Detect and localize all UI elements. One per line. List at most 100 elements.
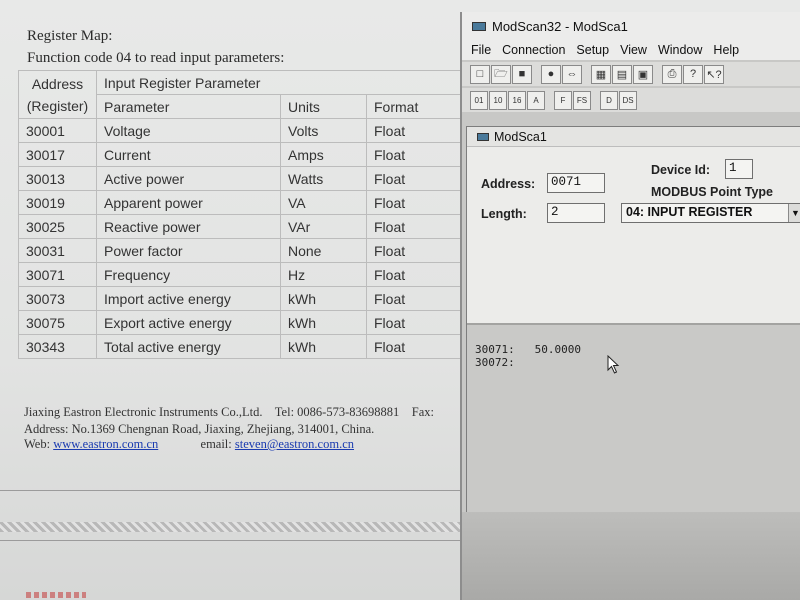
menu-bar: File Connection Setup View Window Help bbox=[462, 40, 800, 60]
menu-setup[interactable]: Setup bbox=[576, 43, 609, 57]
print-icon[interactable]: ⎙ bbox=[662, 64, 682, 84]
page-divider bbox=[0, 540, 460, 541]
open-folder-icon[interactable]: 🗁 bbox=[491, 64, 511, 84]
page-divider bbox=[0, 490, 460, 491]
menu-file[interactable]: File bbox=[471, 43, 491, 57]
disconnect-icon[interactable]: ⇔ bbox=[562, 64, 582, 84]
column-header: Parameter bbox=[96, 94, 281, 119]
new-file-icon[interactable]: □ bbox=[470, 64, 490, 84]
format-float-icon[interactable]: F bbox=[554, 90, 572, 110]
chevron-down-icon[interactable]: ▼ bbox=[788, 204, 800, 222]
window-title-bar[interactable]: ModScan32 - ModSca1 bbox=[462, 12, 800, 40]
cell-parameter: Import active energy bbox=[96, 286, 281, 311]
format-double-icon[interactable]: D bbox=[600, 90, 618, 110]
length-label: Length: bbox=[481, 207, 527, 221]
data-display-area: 30071: 50.0000 30072: bbox=[467, 323, 800, 515]
format-float-swap-icon[interactable]: FS bbox=[573, 90, 591, 110]
cell-address: 30019 bbox=[18, 190, 97, 215]
cell-parameter: Voltage bbox=[96, 118, 281, 143]
table-row: 30071 Frequency Hz Float bbox=[18, 262, 477, 287]
length-field[interactable]: 2 bbox=[547, 203, 605, 223]
table-row: 30343 Total active energy kWh Float bbox=[18, 334, 477, 359]
cell-parameter: Total active energy bbox=[96, 334, 281, 359]
cell-address: 30017 bbox=[18, 142, 97, 167]
format-double-swap-icon[interactable]: DS bbox=[619, 90, 637, 110]
table-row: 30025 Reactive power VAr Float bbox=[18, 214, 477, 239]
address-header-line1: Address bbox=[31, 75, 84, 92]
doc-title: Register Map: bbox=[27, 28, 113, 44]
table-row: 30013 Active power Watts Float bbox=[18, 166, 477, 191]
cell-address: 30071 bbox=[18, 262, 97, 287]
help-icon[interactable]: ? bbox=[683, 64, 703, 84]
cell-address: 30031 bbox=[18, 238, 97, 263]
footer-web-link[interactable]: www.eastron.com.cn bbox=[53, 437, 158, 451]
mouse-pointer-icon bbox=[607, 355, 620, 374]
footer-tel: Tel: 0086-573-83698881 bbox=[274, 405, 400, 419]
doc-subtitle: Function code 04 to read input parameter… bbox=[27, 50, 285, 66]
cell-units: Amps bbox=[280, 142, 367, 167]
cell-units: Hz bbox=[280, 262, 367, 287]
cell-parameter: Apparent power bbox=[96, 190, 281, 215]
display-detail-icon[interactable]: ▤ bbox=[612, 64, 632, 84]
format-hex-icon[interactable]: 16 bbox=[508, 90, 526, 110]
table-row: 30075 Export active energy kWh Float bbox=[18, 310, 477, 335]
cell-units: kWh bbox=[280, 310, 367, 335]
footer-web-label: Web: bbox=[24, 437, 51, 451]
menu-view[interactable]: View bbox=[620, 43, 647, 57]
cell-address: 30013 bbox=[18, 166, 97, 191]
connect-icon[interactable]: ● bbox=[541, 64, 561, 84]
save-icon[interactable]: ■ bbox=[512, 64, 532, 84]
menu-help[interactable]: Help bbox=[713, 43, 739, 57]
child-title: ModSca1 bbox=[494, 129, 547, 144]
child-window-icon bbox=[477, 132, 489, 141]
device-id-field[interactable]: 1 bbox=[725, 159, 753, 179]
cell-parameter: Current bbox=[96, 142, 281, 167]
point-type-label: MODBUS Point Type bbox=[651, 185, 773, 199]
cell-units: kWh bbox=[280, 334, 367, 359]
table-row: 30017 Current Amps Float bbox=[18, 142, 477, 167]
table-row: 30031 Power factor None Float bbox=[18, 238, 477, 263]
cell-address: 30025 bbox=[18, 214, 97, 239]
menu-window[interactable]: Window bbox=[658, 43, 702, 57]
cell-address: 30073 bbox=[18, 286, 97, 311]
cell-address: 30001 bbox=[18, 118, 97, 143]
cell-units: Watts bbox=[280, 166, 367, 191]
column-header: Units bbox=[280, 94, 367, 119]
footer-line-web: Web: www.eastron.com.cn email: steven@ea… bbox=[24, 437, 354, 452]
app-icon bbox=[472, 21, 486, 31]
child-title-bar[interactable]: ModSca1 bbox=[467, 127, 800, 147]
cell-parameter: Export active energy bbox=[96, 310, 281, 335]
table-row: 30019 Apparent power VA Float bbox=[18, 190, 477, 215]
monitor-icon[interactable]: ▣ bbox=[633, 64, 653, 84]
point-type-value: 04: INPUT REGISTER bbox=[626, 205, 753, 219]
data-line: 30072: bbox=[475, 356, 515, 369]
footer-fax: Fax: bbox=[411, 405, 434, 419]
cell-parameter: Reactive power bbox=[96, 214, 281, 239]
table-row: 30073 Import active energy kWh Float bbox=[18, 286, 477, 311]
footer-email-link[interactable]: steven@eastron.com.cn bbox=[235, 437, 354, 451]
format-binary-icon[interactable]: 01 bbox=[470, 90, 488, 110]
address-field[interactable]: 0071 bbox=[547, 173, 605, 193]
cell-units: kWh bbox=[280, 286, 367, 311]
cell-parameter: Active power bbox=[96, 166, 281, 191]
address-label: Address: bbox=[481, 177, 536, 191]
point-type-select[interactable]: 04: INPUT REGISTER ▼ bbox=[621, 203, 800, 223]
display-grid-icon[interactable]: ▦ bbox=[591, 64, 611, 84]
cell-parameter: Frequency bbox=[96, 262, 281, 287]
footer-company: Jiaxing Eastron Electronic Instruments C… bbox=[24, 405, 263, 419]
cell-units: Volts bbox=[280, 118, 367, 143]
group-header: Input Register Parameter bbox=[96, 70, 477, 95]
main-toolbar: □ 🗁 ■ ● ⇔ ▦ ▤ ▣ ⎙ ? ↖? bbox=[462, 62, 800, 86]
address-header-line2: (Register) bbox=[26, 97, 89, 114]
menu-connection[interactable]: Connection bbox=[502, 43, 565, 57]
format-ascii-icon[interactable]: A bbox=[527, 90, 545, 110]
data-line: 30071: 50.0000 bbox=[475, 343, 581, 356]
footer-line-company: Jiaxing Eastron Electronic Instruments C… bbox=[24, 405, 434, 420]
footer-email-label: email: bbox=[200, 437, 232, 451]
cell-units: VAr bbox=[280, 214, 367, 239]
modscan-window: ModScan32 - ModSca1 File Connection Setu… bbox=[460, 12, 800, 600]
context-help-icon[interactable]: ↖? bbox=[704, 64, 724, 84]
table-row: 30001 Voltage Volts Float bbox=[18, 118, 477, 143]
format-decimal-icon[interactable]: 10 bbox=[489, 90, 507, 110]
cell-units: VA bbox=[280, 190, 367, 215]
